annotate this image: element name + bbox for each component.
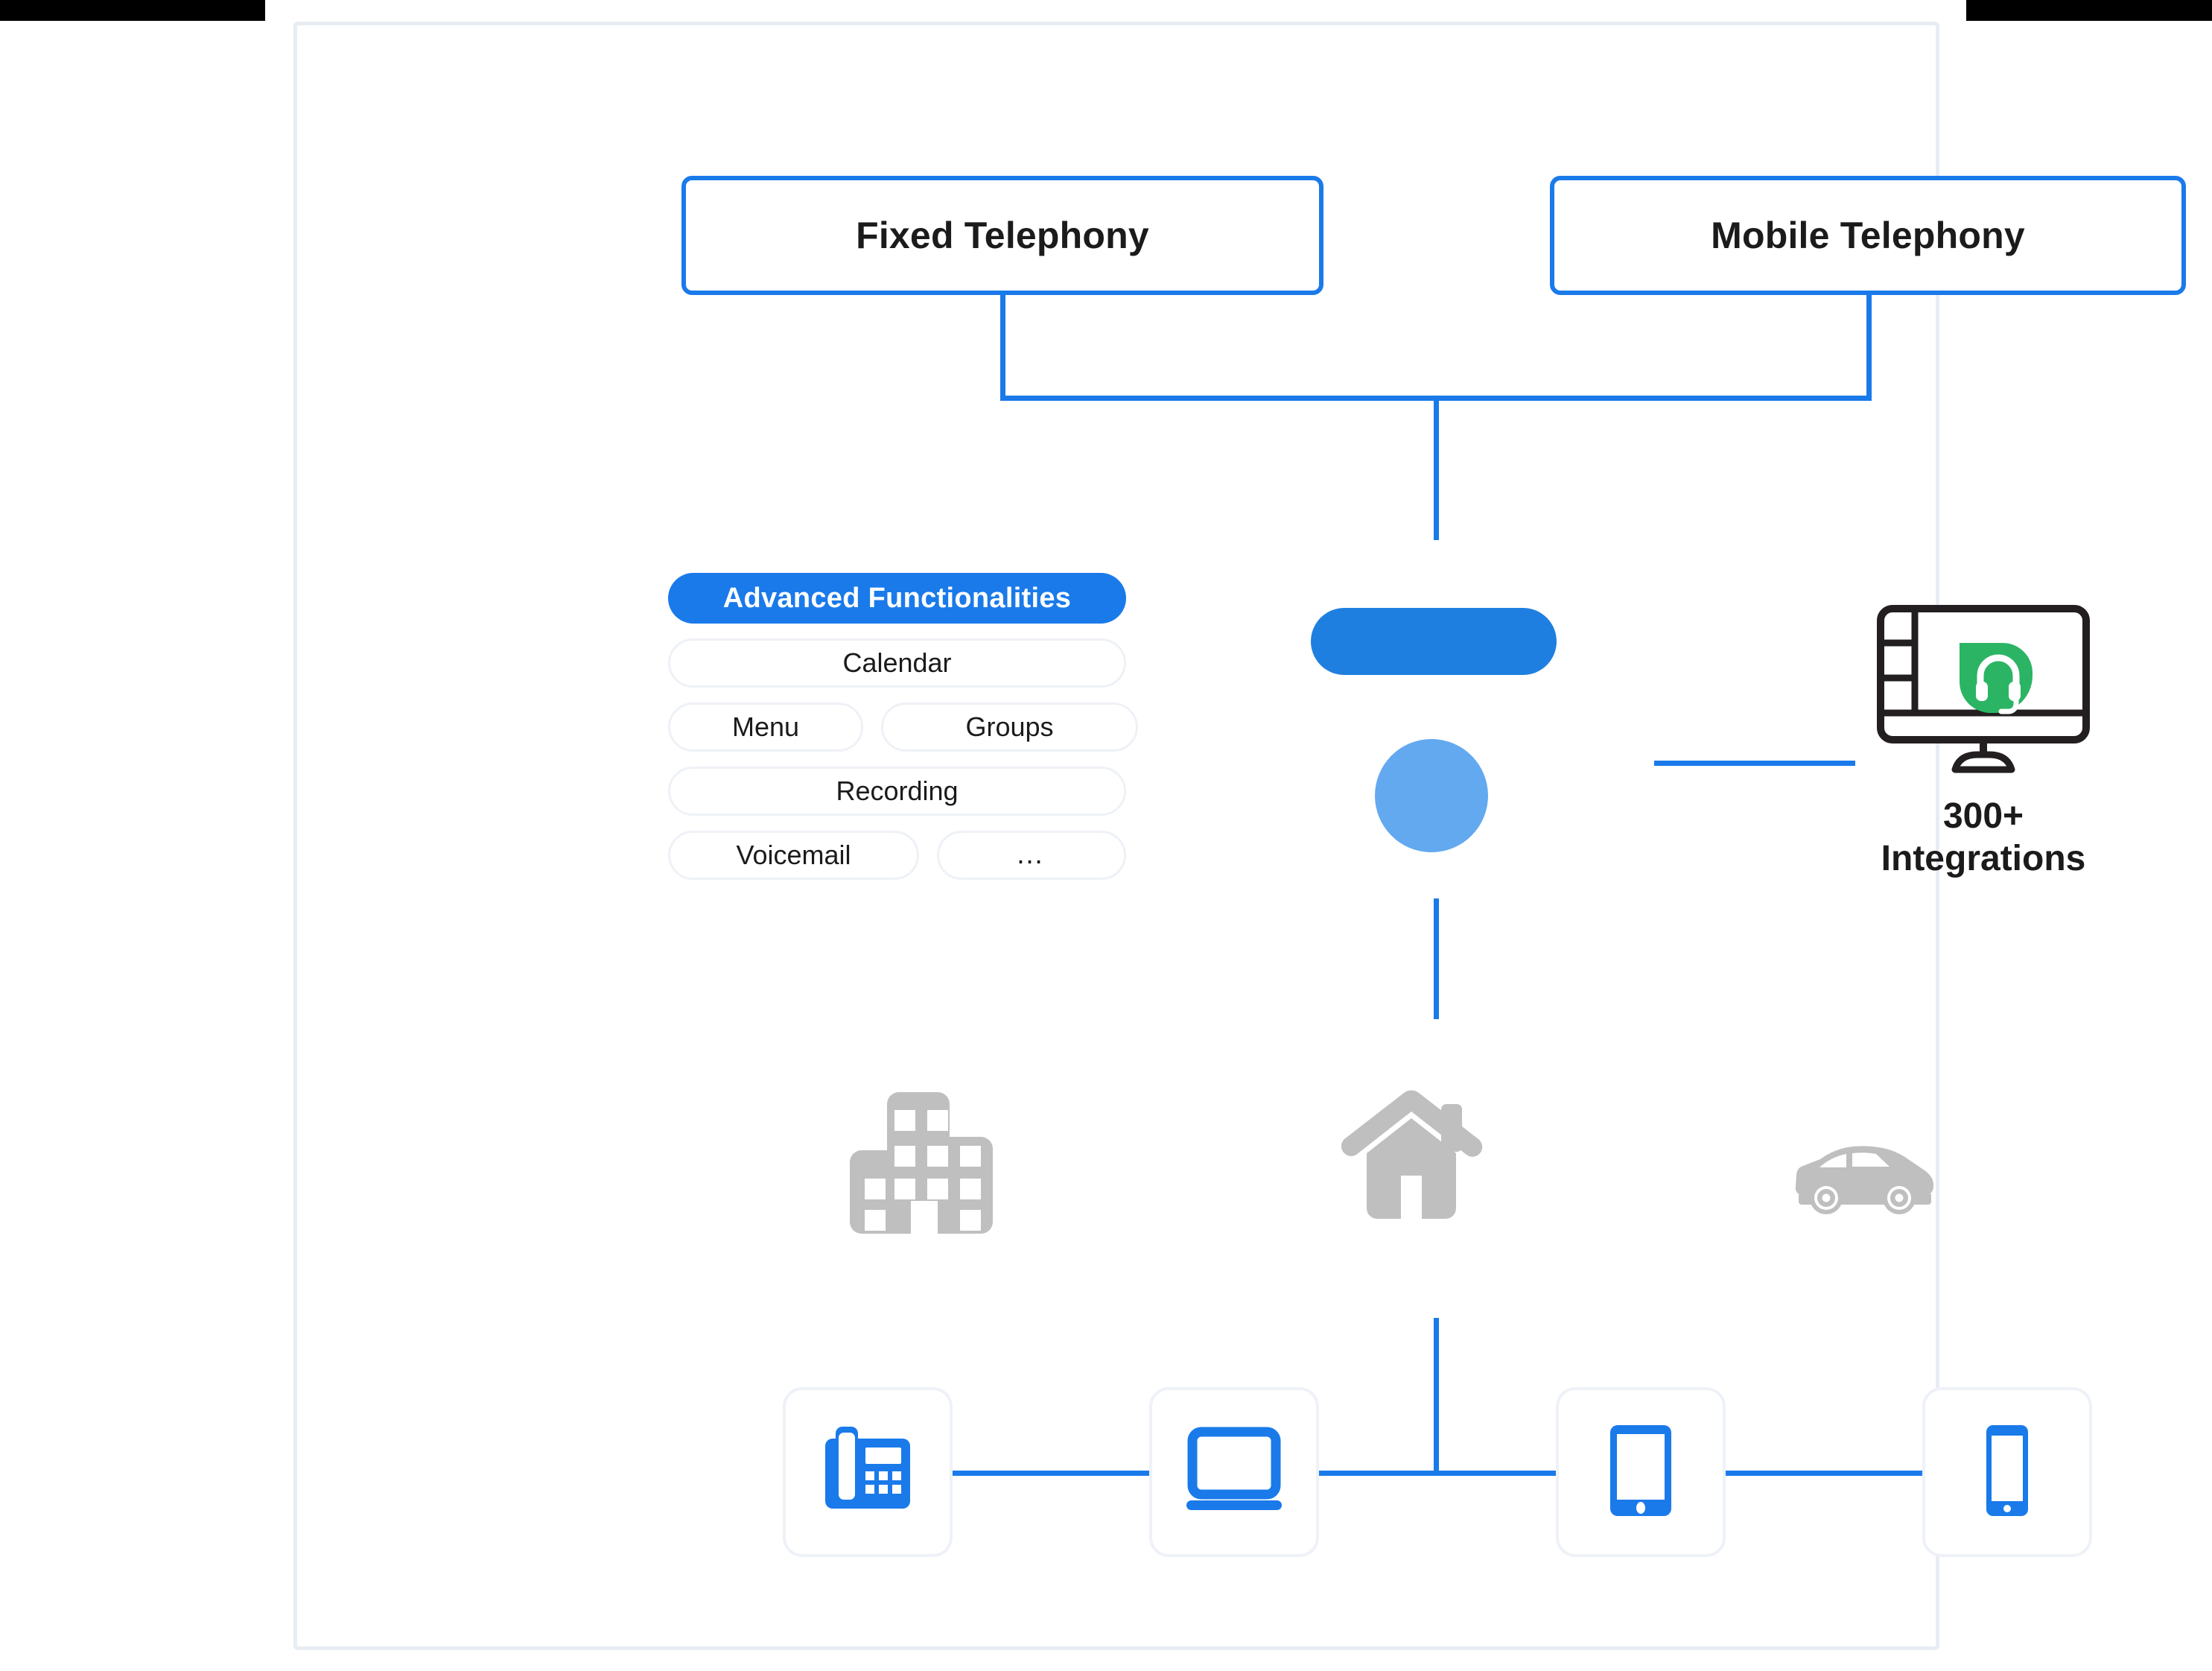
node-fixed-telephony[interactable]: Fixed Telephony	[681, 176, 1323, 295]
connector-fixed-telephony-drop	[1000, 292, 1005, 400]
connector-logo-to-integrations	[1654, 761, 1855, 766]
integrations-block: 300+ Integrations	[1864, 603, 2103, 880]
pill-menu-label: Menu	[731, 711, 800, 742]
device-card-laptop[interactable]	[1149, 1387, 1319, 1557]
integrations-count: 300+	[1942, 796, 2024, 836]
advanced-functionalities-header: Advanced Functionalities	[668, 573, 1126, 624]
advanced-functionalities-row: Menu Groups	[668, 703, 1138, 752]
connector-house-to-devices	[1434, 1318, 1439, 1474]
device-card-smartphone[interactable]	[1922, 1387, 2092, 1557]
letterbox-bar-left	[0, 0, 265, 21]
device-card-desk-phone[interactable]	[783, 1387, 953, 1557]
pill-voicemail[interactable]: Voicemail	[668, 831, 919, 880]
pill-voicemail-label: Voicemail	[736, 840, 851, 870]
pill-recording-label: Recording	[836, 776, 959, 806]
pill-recording[interactable]: Recording	[668, 767, 1126, 816]
node-mobile-telephony-label: Mobile Telephony	[1711, 215, 2025, 256]
office-building-icon	[850, 1092, 999, 1237]
diagram-frame: Fixed Telephony Mobile Telephony Advance…	[293, 22, 2186, 1650]
advanced-functionalities-row: Calendar	[668, 638, 1126, 688]
pill-more[interactable]: …	[937, 831, 1126, 880]
device-card-tablet[interactable]	[1556, 1387, 1726, 1557]
node-mobile-telephony[interactable]: Mobile Telephony	[1550, 176, 2186, 295]
node-fixed-telephony-label: Fixed Telephony	[856, 215, 1149, 256]
brand-logo-mark-dot	[1375, 739, 1488, 852]
ellipsis-icon: …	[1015, 839, 1048, 871]
integrations-name: Integrations	[1881, 838, 2086, 878]
connector-device-bus	[789, 1471, 2085, 1476]
letterbox-bar-right	[1966, 0, 2212, 21]
laptop-icon	[1182, 1426, 1286, 1519]
pill-groups[interactable]: Groups	[881, 703, 1138, 752]
monitor-headset-icon	[1864, 603, 2103, 778]
smartphone-icon	[1984, 1422, 2030, 1523]
connector-mobile-telephony-drop	[1866, 292, 1872, 400]
connector-center-drop-to-logo	[1434, 396, 1439, 540]
car-icon	[1794, 1139, 1936, 1225]
integrations-label: 300+ Integrations	[1864, 796, 2103, 880]
desk-phone-icon	[818, 1421, 918, 1524]
advanced-functionalities-group: Advanced Functionalities Calendar Menu G…	[668, 573, 1138, 880]
advanced-functionalities-row: Voicemail …	[668, 831, 1126, 880]
house-icon	[1337, 1085, 1486, 1234]
pill-groups-label: Groups	[965, 711, 1054, 742]
pill-menu[interactable]: Menu	[668, 703, 863, 752]
tablet-icon	[1607, 1422, 1674, 1523]
brand-logo-mark-bar	[1311, 608, 1557, 675]
pill-calendar-label: Calendar	[842, 647, 952, 678]
connector-logo-to-locations	[1434, 898, 1439, 1019]
advanced-functionalities-header-label: Advanced Functionalities	[722, 582, 1072, 614]
advanced-functionalities-row: Recording	[668, 767, 1126, 816]
pill-calendar[interactable]: Calendar	[668, 638, 1126, 688]
